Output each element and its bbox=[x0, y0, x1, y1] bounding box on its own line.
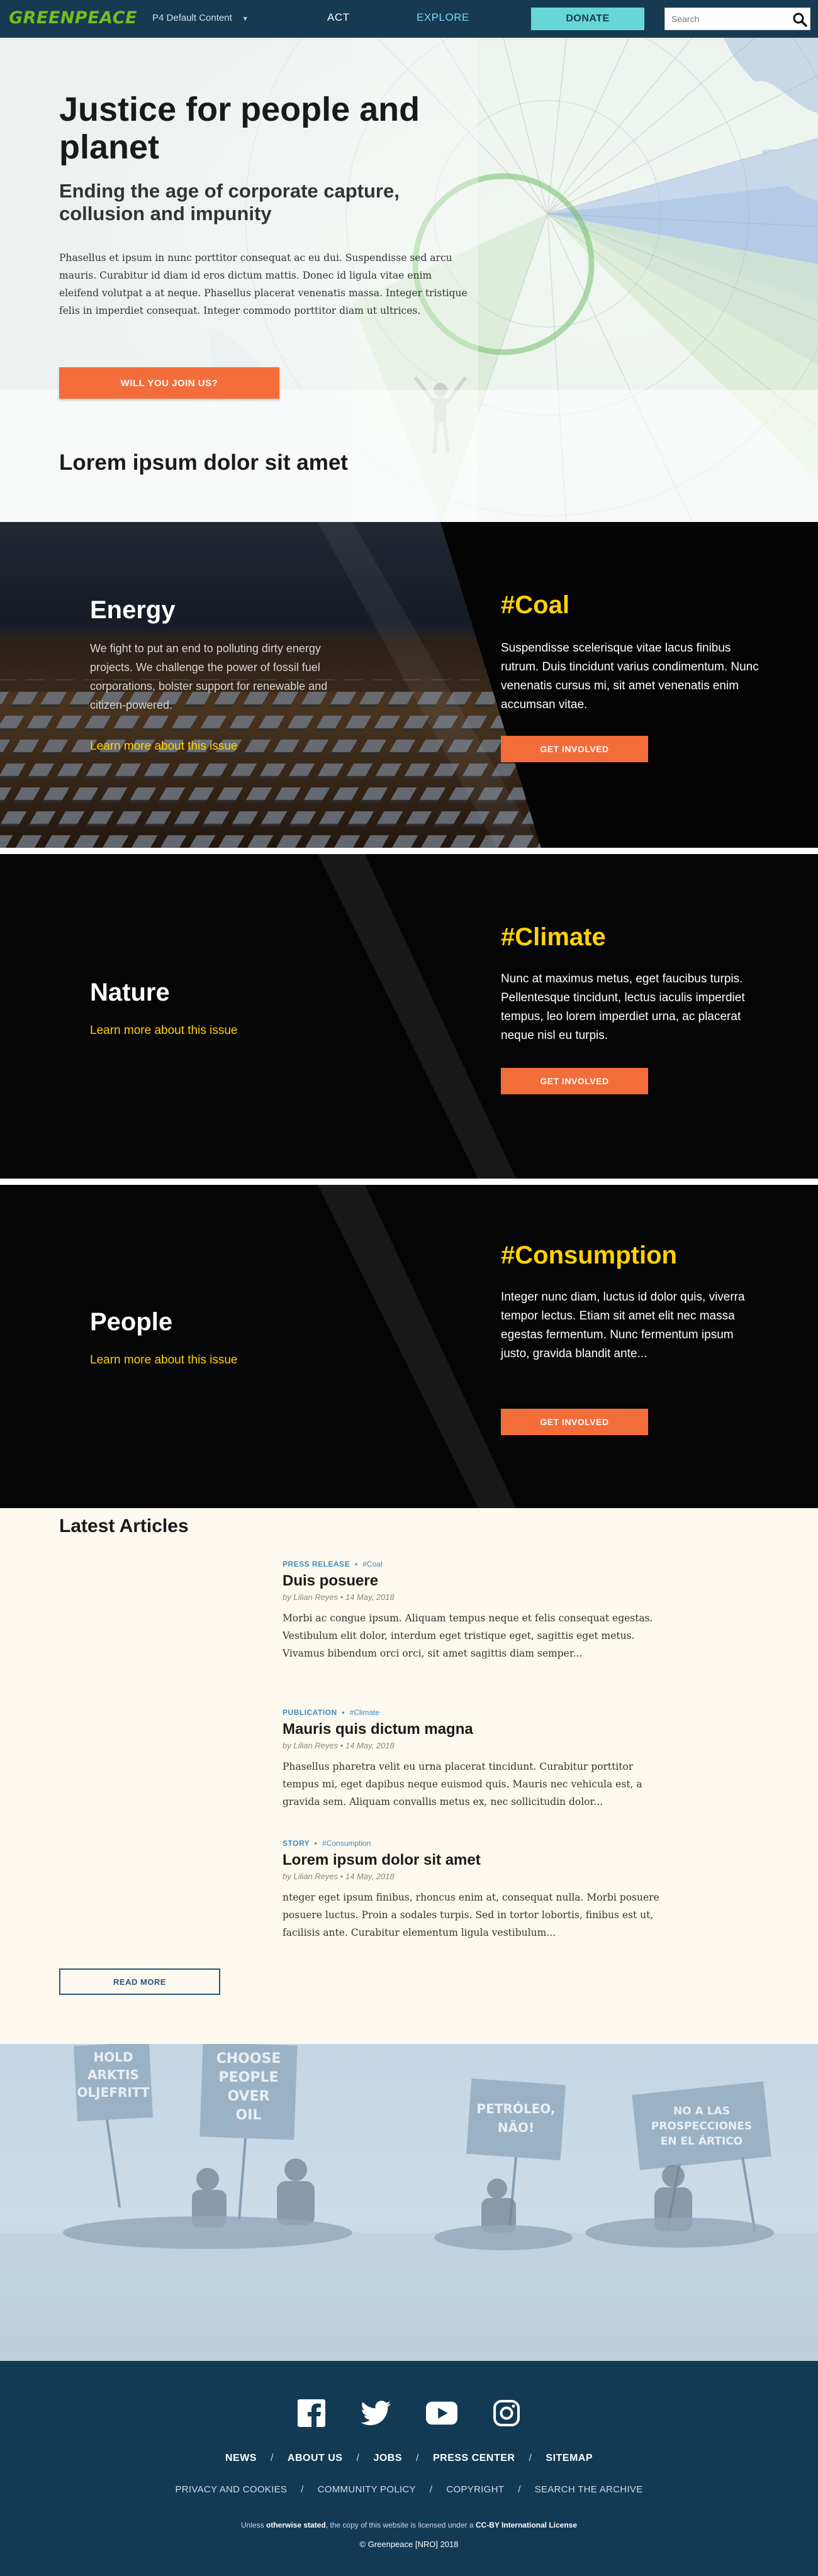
article-tag[interactable]: #Coal bbox=[362, 1560, 382, 1568]
article-title[interactable]: Duis posuere bbox=[283, 1572, 673, 1590]
article-title[interactable]: Lorem ipsum dolor sit amet bbox=[283, 1852, 673, 1869]
protest-photo: HOLD ARKTIS OLJEFRITT CHOOSE PEOPLE OVER… bbox=[0, 2044, 818, 2361]
join-us-button[interactable]: WILL YOU JOIN US? bbox=[59, 367, 279, 399]
copyright-text: © Greenpeace [NRO] 2018 bbox=[359, 2540, 459, 2549]
learn-more-link[interactable]: Learn more about this issue bbox=[90, 1024, 237, 1038]
separator: / bbox=[518, 2484, 521, 2495]
issue-title: People bbox=[90, 1308, 173, 1336]
hero-subtitle: Ending the age of corporate capture, col… bbox=[59, 180, 400, 225]
issue-campaign-text: Suspendisse scelerisque vitae lacus fini… bbox=[501, 641, 759, 711]
issue-block-people: People Learn more about this issue #Cons… bbox=[0, 1185, 818, 1508]
footer-link-community-policy[interactable]: COMMUNITY POLICY bbox=[318, 2484, 416, 2495]
article-title[interactable]: Mauris quis dictum magna bbox=[283, 1721, 673, 1738]
instagram-icon[interactable] bbox=[491, 2397, 522, 2429]
separator: / bbox=[301, 2484, 304, 2495]
site-footer: NEWS / ABOUT US / JOBS / PRESS CENTER / … bbox=[0, 2361, 818, 2576]
issue-title: Energy bbox=[90, 596, 176, 624]
learn-more-link[interactable]: Learn more about this issue bbox=[90, 1353, 237, 1367]
article-item: STORY • #Consumption Lorem ipsum dolor s… bbox=[283, 1839, 673, 1941]
issue-description: We fight to put an end to polluting dirt… bbox=[90, 642, 328, 711]
twitter-icon[interactable] bbox=[361, 2397, 392, 2429]
issue-campaign-text: Integer nunc diam, luctus id dolor quis,… bbox=[501, 1291, 745, 1360]
footer-nav-news[interactable]: NEWS bbox=[225, 2453, 257, 2464]
article-meta: PRESS RELEASE • #Coal bbox=[283, 1560, 383, 1568]
footer-link-search-archive[interactable]: SEARCH THE ARCHIVE bbox=[535, 2484, 643, 2495]
issue-hashtag: #Coal bbox=[501, 591, 569, 619]
facebook-icon[interactable] bbox=[296, 2397, 327, 2429]
footer-link-privacy[interactable]: PRIVACY AND COOKIES bbox=[175, 2484, 287, 2495]
article-tag[interactable]: #Climate bbox=[350, 1708, 379, 1717]
youtube-icon[interactable] bbox=[425, 2397, 457, 2429]
site-menu-dropdown[interactable]: P4 Default Content ▼ bbox=[152, 13, 249, 23]
separator: / bbox=[429, 2484, 433, 2495]
article-meta: PUBLICATION • #Climate bbox=[283, 1708, 380, 1717]
hero-title: Justice for people and planet bbox=[59, 91, 420, 166]
footer-nav-about-us[interactable]: ABOUT US bbox=[288, 2453, 343, 2464]
latest-articles-section: Latest Articles PRESS RELEASE • #Coal Du… bbox=[0, 1508, 818, 2044]
article-type[interactable]: STORY bbox=[283, 1839, 310, 1848]
learn-more-link[interactable]: Learn more about this issue bbox=[90, 740, 237, 753]
greenpeace-logo[interactable]: GREENPEACE bbox=[9, 8, 137, 28]
article-excerpt: nteger eget ipsum finibus, rhoncus enim … bbox=[283, 1892, 659, 1938]
article-byline: by Lilian Reyes • 14 May, 2018 bbox=[283, 1872, 395, 1881]
get-involved-button[interactable]: GET INVOLVED bbox=[501, 736, 648, 762]
social-links bbox=[296, 2397, 522, 2429]
article-byline: by Lilian Reyes • 14 May, 2018 bbox=[283, 1592, 395, 1602]
article-excerpt: Morbi ac congue ipsum. Aliquam tempus ne… bbox=[283, 1613, 653, 1659]
article-tag[interactable]: #Consumption bbox=[322, 1839, 371, 1848]
issue-hashtag: #Consumption bbox=[501, 1241, 677, 1269]
chevron-down-icon: ▼ bbox=[242, 16, 249, 23]
separator: / bbox=[416, 2453, 419, 2463]
footer-nav-press-center[interactable]: PRESS CENTER bbox=[433, 2453, 515, 2464]
get-involved-button[interactable]: GET INVOLVED bbox=[501, 1409, 648, 1435]
article-byline: by Lilian Reyes • 14 May, 2018 bbox=[283, 1741, 395, 1750]
search-box bbox=[664, 8, 810, 30]
kayak-protest-image: HOLD ARKTIS OLJEFRITT CHOOSE PEOPLE OVER… bbox=[0, 2044, 818, 2361]
footer-nav-jobs[interactable]: JOBS bbox=[373, 2453, 402, 2464]
license-link[interactable]: CC-BY International License bbox=[476, 2521, 577, 2529]
article-type[interactable]: PRESS RELEASE bbox=[283, 1560, 350, 1568]
issue-hashtag: #Climate bbox=[501, 923, 606, 951]
article-item: PRESS RELEASE • #Coal Duis posuere by Li… bbox=[283, 1560, 673, 1662]
issue-campaign-text: Nunc at maximus metus, eget faucibus tur… bbox=[501, 972, 745, 1042]
read-more-button[interactable]: READ MORE bbox=[59, 1968, 220, 1995]
issue-block-nature: Nature Learn more about this issue #Clim… bbox=[0, 854, 818, 1179]
top-navbar: GREENPEACE P4 Default Content ▼ ACT EXPLO… bbox=[0, 0, 818, 38]
section-heading: Latest Articles bbox=[59, 1516, 189, 1536]
separator: / bbox=[529, 2453, 532, 2463]
footer-nav: NEWS / ABOUT US / JOBS / PRESS CENTER / … bbox=[0, 2453, 818, 2464]
footer-secondary-links: PRIVACY AND COOKIES / COMMUNITY POLICY /… bbox=[0, 2484, 818, 2495]
article-excerpt: Phasellus pharetra velit eu urna placera… bbox=[283, 1761, 642, 1807]
article-meta: STORY • #Consumption bbox=[283, 1839, 371, 1848]
article-type[interactable]: PUBLICATION bbox=[283, 1708, 337, 1717]
license-notice: Unless otherwise stated, the copy of thi… bbox=[0, 2521, 818, 2529]
article-item: PUBLICATION • #Climate Mauris quis dictu… bbox=[283, 1708, 673, 1811]
separator: / bbox=[356, 2453, 360, 2463]
hero-body-text: Phasellus et ipsum in nunc porttitor con… bbox=[59, 252, 468, 316]
site-menu-label: P4 Default Content bbox=[152, 13, 232, 23]
section-heading: Lorem ipsum dolor sit amet bbox=[59, 450, 348, 475]
separator: / bbox=[270, 2453, 274, 2463]
hero-section: Justice for people and planet Ending the… bbox=[0, 38, 818, 522]
license-emphasis: otherwise stated bbox=[266, 2521, 326, 2529]
donate-button[interactable]: DONATE bbox=[531, 8, 644, 30]
footer-link-copyright[interactable]: COPYRIGHT bbox=[446, 2484, 504, 2495]
issue-title: Nature bbox=[90, 979, 170, 1006]
get-involved-button[interactable]: GET INVOLVED bbox=[501, 1068, 648, 1094]
license-text: Unless bbox=[240, 2521, 264, 2529]
nav-act-link[interactable]: ACT bbox=[327, 11, 350, 24]
search-input[interactable] bbox=[665, 8, 785, 30]
search-icon[interactable] bbox=[792, 12, 807, 27]
issue-block-energy: Energy We fight to put an end to polluti… bbox=[0, 522, 818, 848]
license-text: , the copy of this website is licensed u… bbox=[325, 2521, 474, 2529]
footer-nav-sitemap[interactable]: SITEMAP bbox=[546, 2453, 593, 2464]
nav-explore-link[interactable]: EXPLORE bbox=[417, 11, 469, 24]
